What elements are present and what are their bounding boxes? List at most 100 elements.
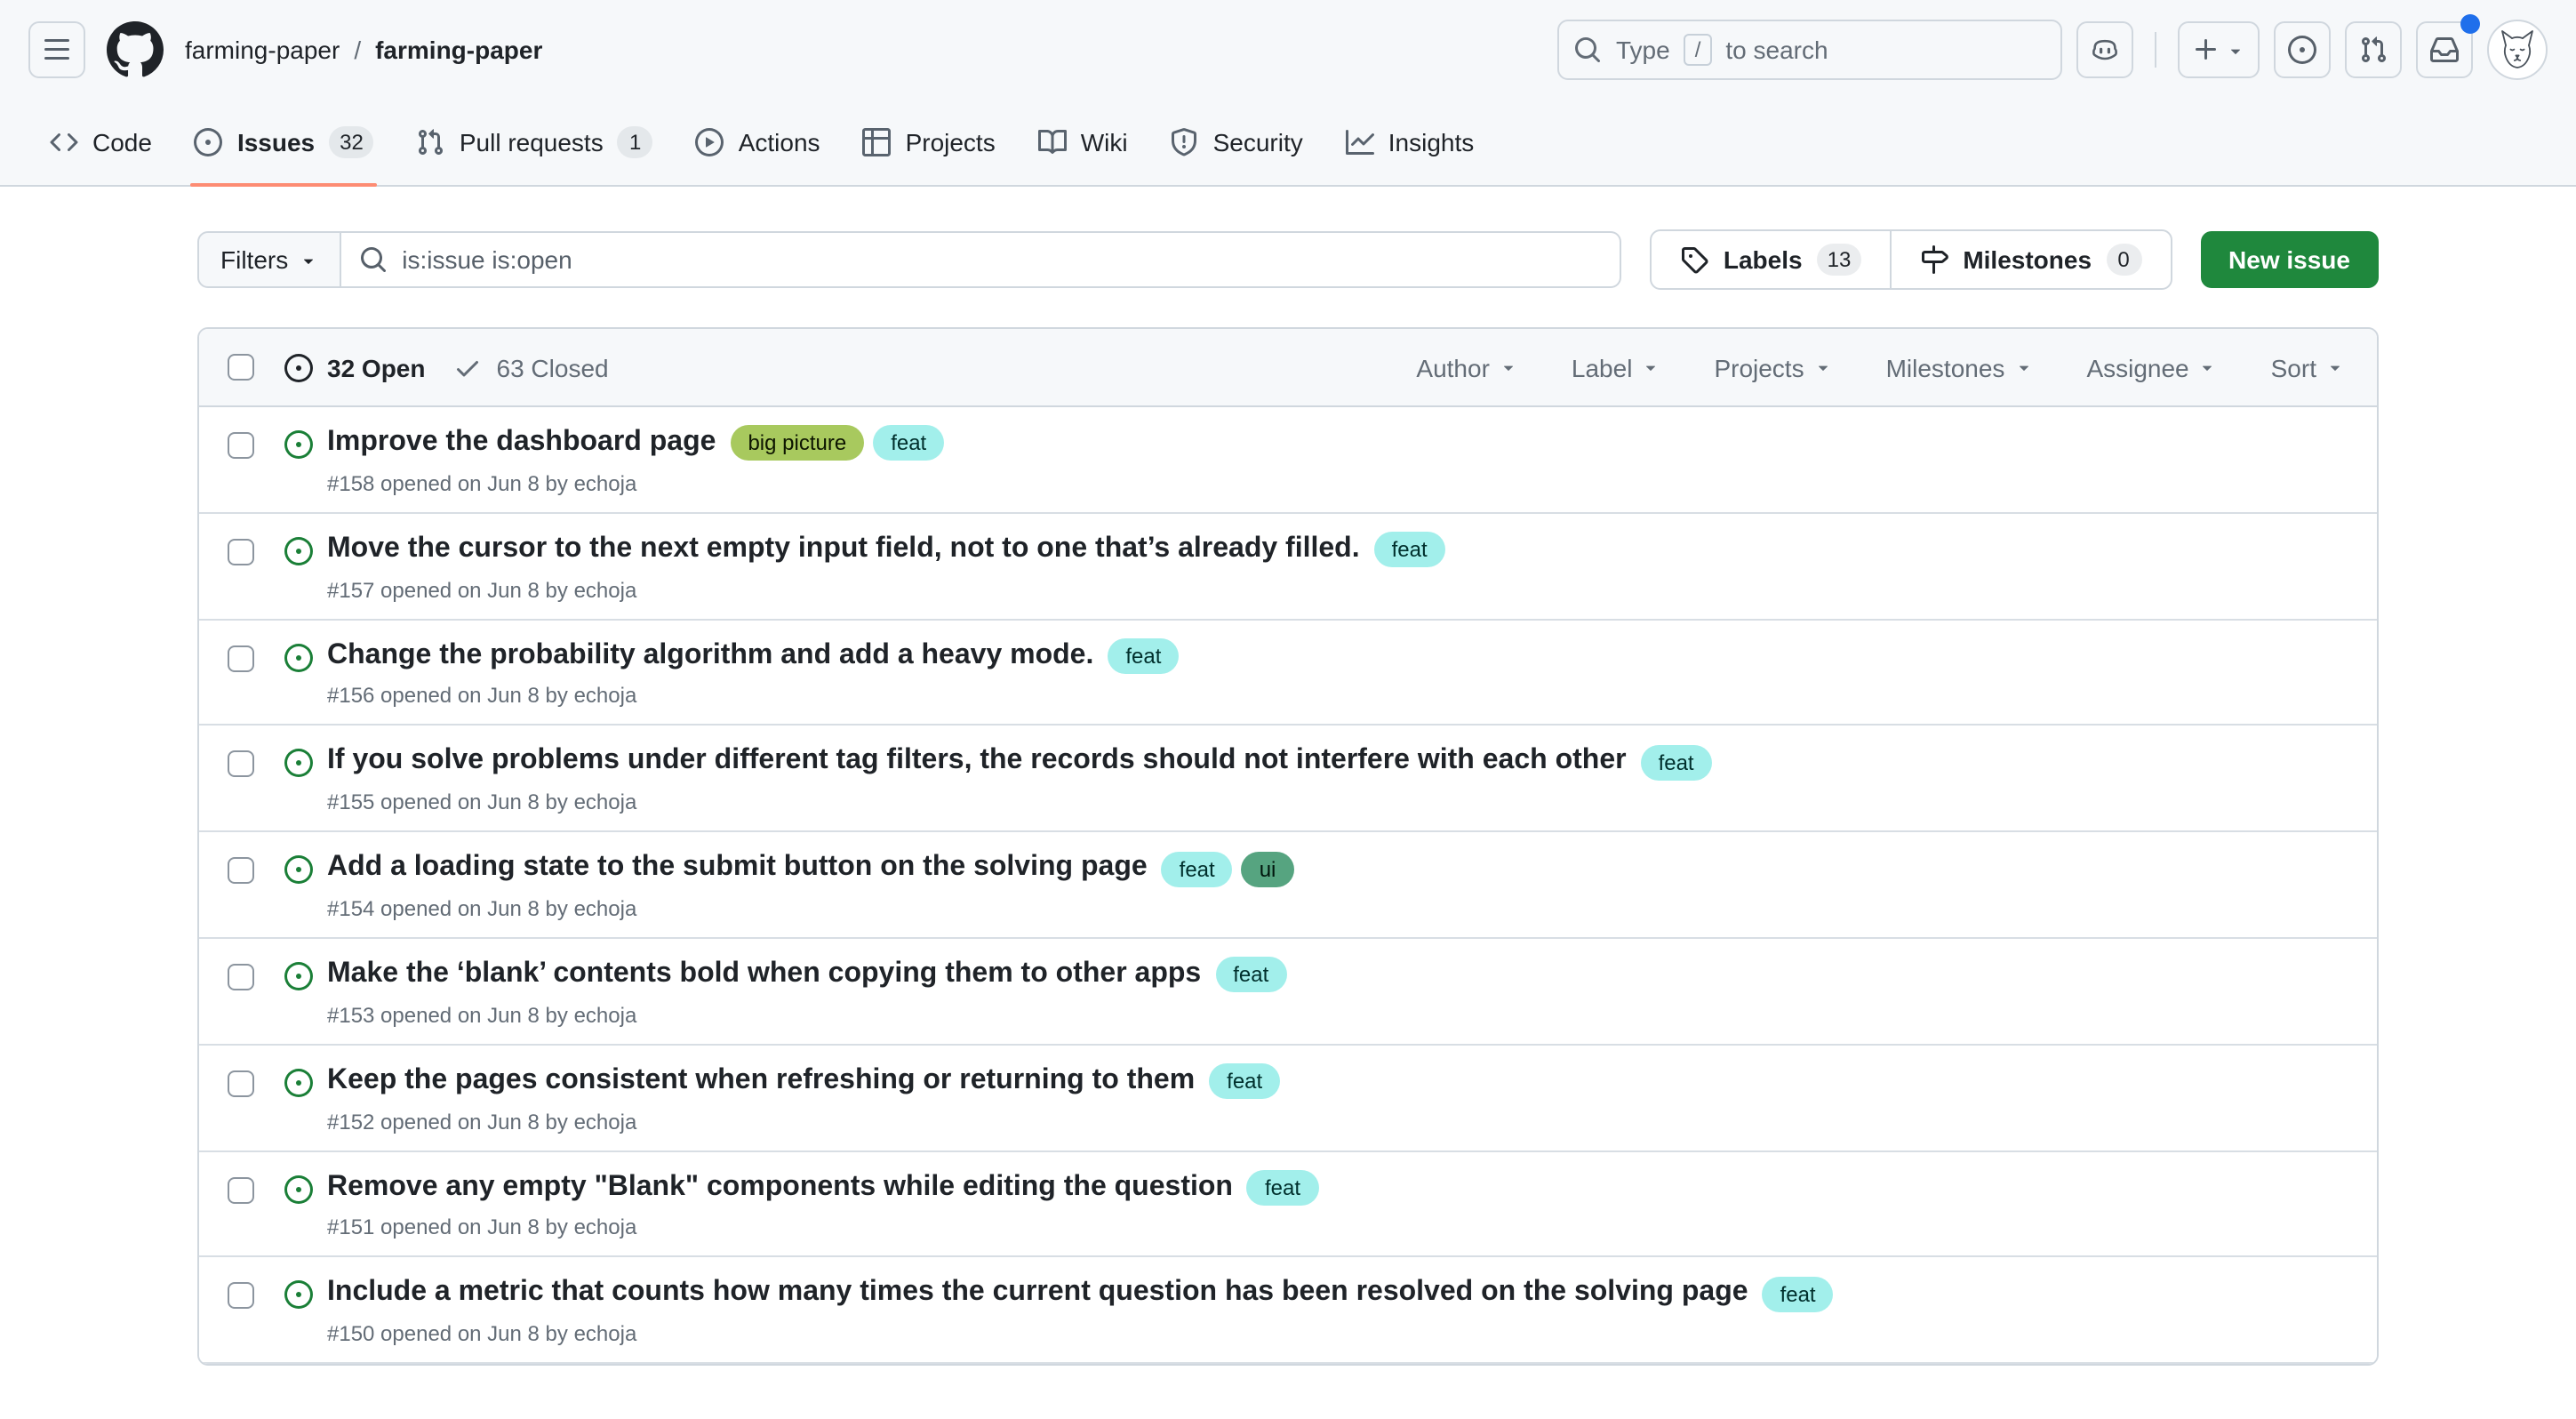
issue-label-chip[interactable]: feat (1374, 532, 1445, 567)
header-divider (2155, 32, 2156, 68)
issue-label-chip[interactable]: feat (1162, 851, 1233, 886)
issue-checkbox[interactable] (228, 1070, 254, 1097)
issue-meta: #156 opened on Jun 8 by echoja (327, 684, 1179, 709)
tab-wiki[interactable]: Wiki (1017, 100, 1149, 185)
tab-projects[interactable]: Projects (842, 100, 1017, 185)
tab-actions[interactable]: Actions (675, 100, 842, 185)
dropdown-label: Label (1572, 353, 1633, 381)
labels-button[interactable]: Labels 13 (1652, 231, 1890, 288)
issue-checkbox[interactable] (228, 432, 254, 459)
issue-title-link[interactable]: Improve the dashboard page (327, 425, 716, 462)
issue-checkbox[interactable] (228, 751, 254, 778)
repo-navigation: Code Issues 32 Pull requests 1 Actions P… (0, 100, 2576, 187)
issue-row: Make the ‘blank’ contents bold when copy… (199, 939, 2377, 1046)
issue-labels: feat (1215, 958, 1286, 993)
issue-checkbox[interactable] (228, 539, 254, 565)
slash-key-hint: / (1684, 34, 1712, 66)
issue-labels: feat (1374, 532, 1445, 567)
issues-list-header: 32 Open 63 Closed Author Label Projects … (199, 329, 2377, 407)
issue-label-chip[interactable]: feat (1763, 1277, 1834, 1312)
issue-checkbox[interactable] (228, 857, 254, 884)
open-issues-filter[interactable]: 32 Open (284, 353, 426, 381)
chevron-down-icon (2198, 357, 2218, 377)
user-avatar[interactable] (2487, 20, 2548, 80)
dropdown-sort[interactable]: Sort (2271, 353, 2345, 381)
issue-title-link[interactable]: Keep the pages consistent when refreshin… (327, 1063, 1195, 1101)
copilot-icon (2091, 36, 2119, 64)
issue-meta: #155 opened on Jun 8 by echoja (327, 790, 1712, 814)
tab-label: Issues (237, 128, 315, 156)
issue-title-link[interactable]: Include a metric that counts how many ti… (327, 1276, 1748, 1313)
issue-checkbox[interactable] (228, 1283, 254, 1310)
your-pull-requests-button[interactable] (2345, 21, 2402, 78)
search-icon (359, 245, 388, 274)
issue-title-link[interactable]: If you solve problems under different ta… (327, 744, 1627, 782)
dropdown-author[interactable]: Author (1416, 353, 1518, 381)
milestones-button[interactable]: Milestones 0 (1890, 231, 2170, 288)
dropdown-label: Milestones (1886, 353, 2005, 381)
issue-label-chip[interactable]: feat (1247, 1170, 1318, 1206)
tab-insights[interactable]: Insights (1324, 100, 1496, 185)
breadcrumb-separator: / (354, 36, 361, 64)
tab-pull-requests[interactable]: Pull requests 1 (396, 100, 675, 185)
hamburger-menu-button[interactable] (28, 21, 85, 78)
tab-label: Actions (739, 128, 820, 156)
closed-issues-filter[interactable]: 63 Closed (454, 353, 609, 381)
chevron-down-icon (2013, 357, 2033, 377)
issues-main: Filters is:issue is:open Labels 13 Miles… (197, 229, 2379, 1366)
issue-row: Include a metric that counts how many ti… (199, 1258, 2377, 1365)
tab-security[interactable]: Security (1149, 100, 1324, 185)
issue-title-link[interactable]: Change the probability algorithm and add… (327, 637, 1093, 675)
issue-labels: feat (1247, 1170, 1318, 1206)
issue-title-link[interactable]: Make the ‘blank’ contents bold when copy… (327, 957, 1201, 994)
issue-title-link[interactable]: Remove any empty "Blank" components whil… (327, 1169, 1233, 1207)
issue-title-link[interactable]: Move the cursor to the next empty input … (327, 532, 1360, 569)
issue-label-chip[interactable]: feat (1641, 745, 1712, 781)
create-new-button[interactable] (2178, 21, 2260, 78)
issue-label-chip[interactable]: feat (1215, 958, 1286, 993)
issue-checkbox[interactable] (228, 964, 254, 990)
your-issues-button[interactable] (2274, 21, 2331, 78)
tab-code[interactable]: Code (28, 100, 173, 185)
issues-search-input[interactable]: is:issue is:open (341, 231, 1622, 288)
dropdown-assignee[interactable]: Assignee (2086, 353, 2217, 381)
issue-checkbox[interactable] (228, 1176, 254, 1203)
issue-label-chip[interactable]: feat (1209, 1063, 1280, 1099)
dropdown-label: Author (1416, 353, 1490, 381)
github-logo-icon[interactable] (107, 21, 164, 78)
pull-requests-icon (417, 128, 445, 156)
tab-issues[interactable]: Issues 32 (173, 100, 396, 185)
issue-checkbox[interactable] (228, 645, 254, 671)
issue-row: If you solve problems under different ta… (199, 726, 2377, 833)
issue-labels: featui (1162, 851, 1294, 886)
global-search-input[interactable]: Type / to search (1557, 20, 2062, 80)
new-issue-button[interactable]: New issue (2200, 231, 2379, 288)
check-icon (454, 353, 483, 381)
dropdown-projects[interactable]: Projects (1714, 353, 1832, 381)
unread-notification-dot (2460, 14, 2480, 34)
issue-labels: feat (1763, 1277, 1834, 1312)
open-issue-icon (284, 962, 313, 990)
chevron-down-icon (299, 250, 318, 269)
dropdown-label: Sort (2271, 353, 2316, 381)
issue-label-chip[interactable]: big picture (730, 426, 864, 461)
issue-label-chip[interactable]: feat (873, 426, 944, 461)
tab-label: Projects (906, 128, 996, 156)
list-filter-dropdowns: Author Label Projects Milestones Assigne… (1416, 353, 2348, 381)
issue-title-link[interactable]: Add a loading state to the submit button… (327, 850, 1148, 887)
open-issue-icon (284, 855, 313, 884)
breadcrumb-repo-link[interactable]: farming-paper (375, 36, 542, 64)
notifications-inbox-button[interactable] (2416, 21, 2473, 78)
issue-label-chip[interactable]: feat (1108, 638, 1179, 674)
issue-label-chip[interactable]: ui (1242, 851, 1294, 886)
issue-row: Remove any empty "Blank" components whil… (199, 1151, 2377, 1258)
dropdown-label[interactable]: Label (1572, 353, 1661, 381)
issue-opened-icon (2288, 36, 2316, 64)
select-all-checkbox[interactable] (228, 354, 254, 381)
breadcrumb-owner-link[interactable]: farming-paper (185, 36, 340, 64)
dropdown-milestones[interactable]: Milestones (1886, 353, 2034, 381)
filter-search-group: Filters is:issue is:open (197, 231, 1622, 288)
open-count-label: 32 Open (327, 353, 426, 381)
copilot-button[interactable] (2076, 21, 2133, 78)
filters-dropdown-button[interactable]: Filters (197, 231, 341, 288)
